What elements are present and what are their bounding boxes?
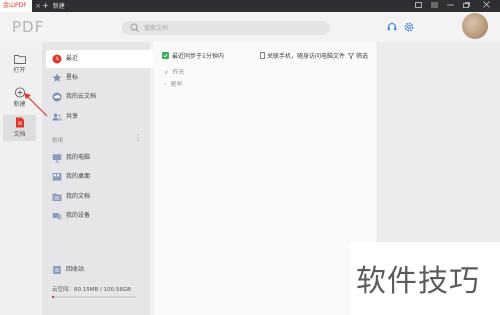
sidebar-item-recent[interactable]: 最近 [46,50,160,68]
clock-icon [52,54,62,64]
left-rail: 打开 新建 文档 [0,42,40,315]
search-input[interactable] [144,22,314,34]
group-label: 昨天 [172,69,185,76]
sidebar-item-my-computer[interactable]: 我的电脑 [46,149,146,167]
folder-doc-icon [52,193,62,201]
star-icon [52,73,62,82]
sidebar-item-label: 我的文档 [66,193,91,200]
sidebar-item-label: 星标 [66,74,79,81]
more-options-icon[interactable]: ⋮ [134,133,142,142]
sidebar-item-label: 共享 [66,113,79,120]
section-label-common: 常用 [52,138,64,144]
gear-icon[interactable] [403,21,415,33]
sync-cloud-icon [162,52,169,59]
sidebar-item-shared[interactable]: 共享 [46,108,146,126]
rail-item-label: 打开 [13,67,26,74]
search-box[interactable] [122,21,330,35]
sidebar-item-my-devices[interactable]: 我的设备 [46,207,146,225]
window-mode-icon[interactable] [412,0,424,12]
device-icon [52,213,62,220]
storage-progress-fill [52,296,54,298]
link-phone-label: 关联手机，随身访问电脑文件 [267,53,346,60]
link-phone-button[interactable]: 关联手机，随身访问电脑文件 [260,51,345,60]
sidebar-item-trash[interactable]: 回收站 [46,261,146,279]
storage-usage-text: 云空间：60.15MB / 100.56GB [52,287,131,293]
new-tab-label: 新建 [52,3,65,10]
folder-icon [13,55,26,64]
file-list-panel: 最近同步于1分钟内 关联手机，随身访问电脑文件 筛选 ∨ 昨天 › 更早 [154,42,376,315]
search-icon [130,23,140,33]
plus-icon: + [42,1,49,10]
computer-icon [52,154,62,163]
close-icon[interactable] [480,0,492,12]
rail-item-label: 文档 [13,131,26,138]
chevron-right-icon: › [164,81,167,88]
minimize-icon[interactable] [444,0,456,12]
user-avatar[interactable] [462,13,488,39]
app-header: PDF [0,12,500,42]
app-logo: PDF [12,18,45,36]
watermark-text: 软件技巧 [356,264,480,299]
document-icon [15,117,24,128]
tab-jinshan-pdf[interactable]: 金山PDF [0,0,32,12]
sidebar-item-cloud-docs[interactable]: 我的云文档 [46,88,146,106]
restore-icon[interactable] [460,0,472,12]
rail-item-docs[interactable]: 文档 [3,115,36,141]
chevron-down-icon: ∨ [164,69,169,76]
sidebar-item-label: 我的设备 [66,212,91,219]
filter-label: 筛选 [356,53,369,60]
sidebar-item-label: 我的电脑 [66,154,91,161]
share-users-icon [52,113,62,121]
sidebar-item-label: 我的桌面 [66,173,91,180]
trash-icon [53,266,61,274]
rail-item-open[interactable]: 打开 [3,52,36,78]
sidebar-item-label: 最近 [66,55,79,62]
group-yesterday[interactable]: ∨ 昨天 [164,67,184,76]
sidebar-item-starred[interactable]: 星标 [46,69,146,87]
new-tab-button[interactable]: + 新建 [42,0,74,12]
storage-progress-bar [52,296,136,298]
headset-icon[interactable] [386,21,398,33]
desktop-icon [52,173,62,181]
group-earlier[interactable]: › 更早 [164,79,182,88]
group-label: 更早 [170,81,183,88]
title-bar: 金山PDF × + 新建 [0,0,500,12]
sync-status: 最近同步于1分钟内 [162,51,224,60]
filter-button[interactable]: 筛选 [347,51,369,60]
sidebar-item-my-documents[interactable]: 我的文档 [46,188,146,206]
sync-status-text: 最近同步于1分钟内 [172,53,224,60]
tab-close-button[interactable]: × [34,0,42,12]
sidebar-item-my-desktop[interactable]: 我的桌面 [46,168,146,186]
annotation-arrow-icon [24,93,48,117]
sidebar-item-label: 回收站 [66,266,85,273]
sidebar: 最近 星标 我的云文档 共享 常用 ⋮ 我的电脑 我的桌面 我的文档 我的设备 … [42,42,160,315]
phone-icon [260,52,265,59]
filter-icon [347,53,355,60]
menu-icon[interactable] [428,0,440,12]
sidebar-item-label: 我的云文档 [66,93,97,100]
watermark-overlay: 软件技巧 [350,242,500,315]
cloud-icon [52,92,62,102]
